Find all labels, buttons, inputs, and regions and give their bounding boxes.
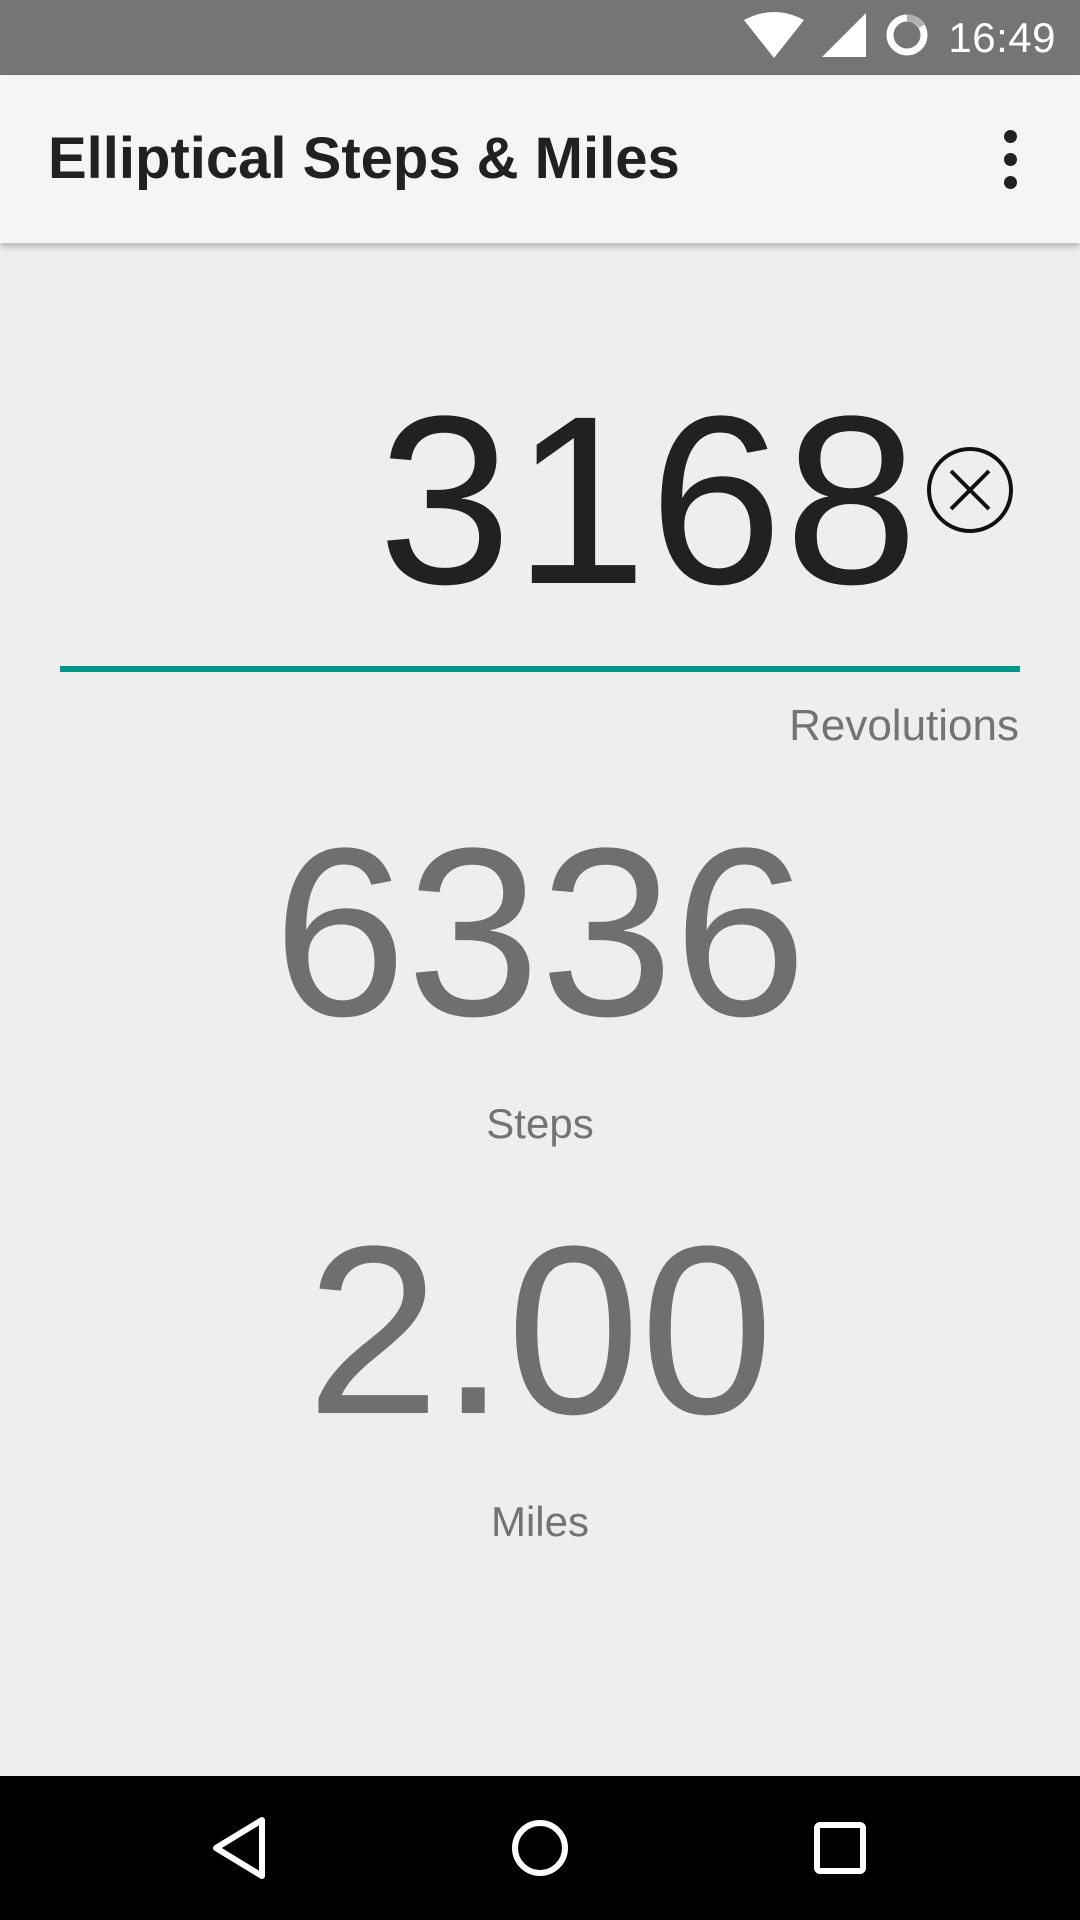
steps-label: Steps bbox=[486, 1100, 594, 1147]
status-bar: 16:49 bbox=[0, 0, 1080, 75]
overflow-menu-icon[interactable] bbox=[970, 119, 1050, 199]
overflow-menu-dot bbox=[1003, 152, 1017, 166]
app-title: Elliptical Steps & Miles bbox=[48, 126, 680, 191]
miles-value: 2.00 bbox=[306, 1196, 774, 1464]
revolutions-input-underline bbox=[60, 666, 1020, 672]
revolutions-input[interactable]: 3168 bbox=[300, 380, 920, 620]
cell-signal-icon bbox=[822, 13, 867, 62]
overflow-menu-dot bbox=[1003, 129, 1017, 143]
revolutions-label: Revolutions bbox=[789, 701, 1019, 750]
screen: 16:49 Elliptical Steps & Miles 3168 Revo… bbox=[0, 0, 1080, 1920]
status-time: 16:49 bbox=[948, 13, 1056, 61]
nav-bar bbox=[0, 1776, 1080, 1920]
clear-icon[interactable] bbox=[926, 446, 1014, 534]
overflow-menu-dot bbox=[1003, 175, 1017, 189]
steps-value: 6336 bbox=[273, 798, 807, 1066]
home-icon[interactable] bbox=[490, 1798, 590, 1898]
wifi-icon bbox=[744, 12, 805, 63]
sync-icon bbox=[884, 12, 930, 63]
status-icons: 16:49 bbox=[744, 0, 1056, 75]
app-bar: Elliptical Steps & Miles bbox=[0, 75, 1080, 243]
recents-icon[interactable] bbox=[790, 1798, 890, 1898]
back-icon[interactable] bbox=[190, 1798, 290, 1898]
miles-label: Miles bbox=[490, 1498, 589, 1545]
